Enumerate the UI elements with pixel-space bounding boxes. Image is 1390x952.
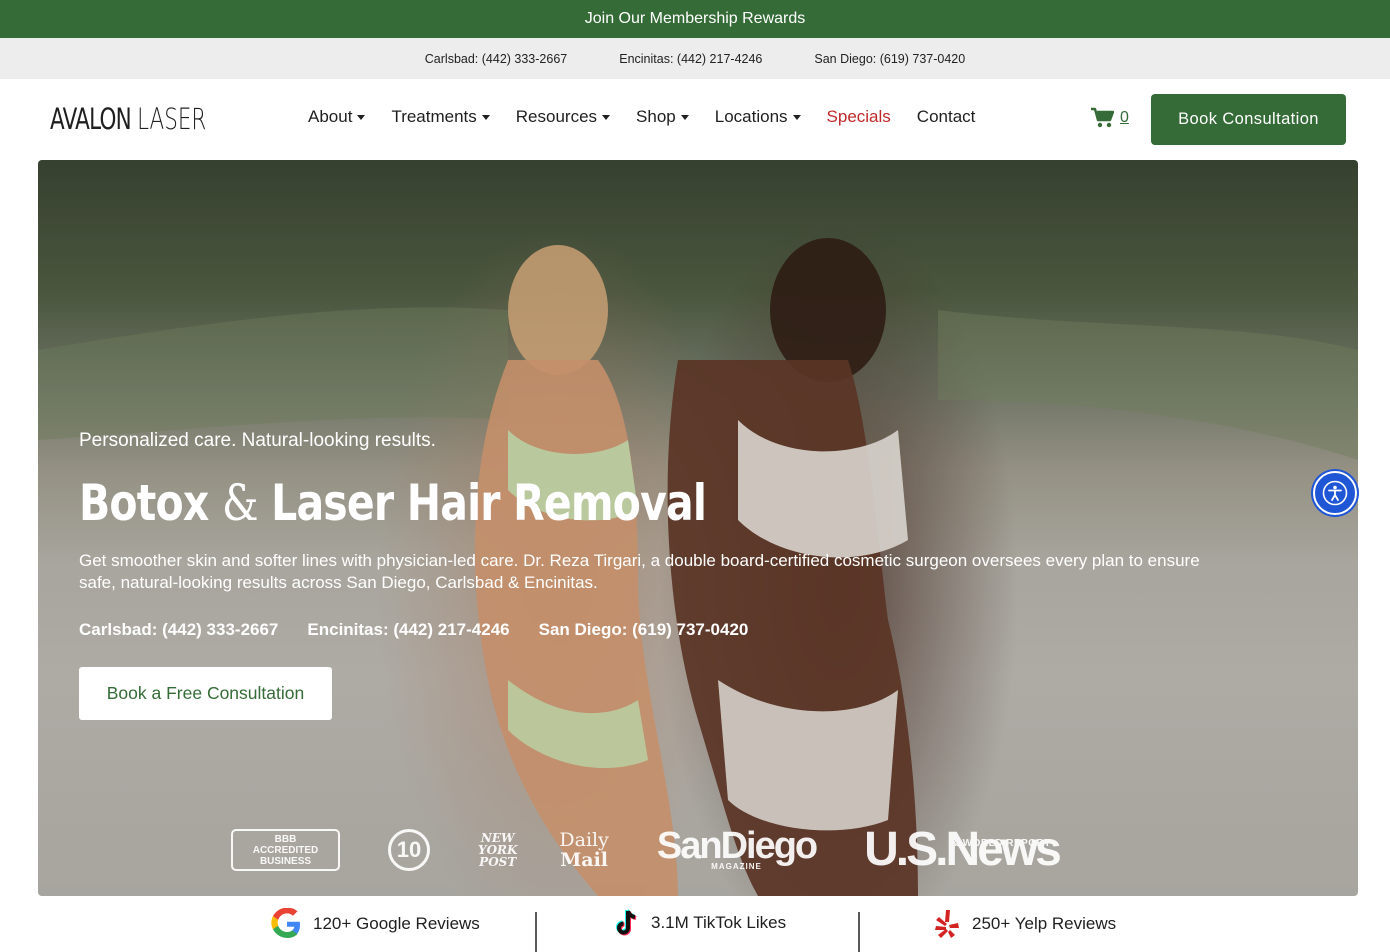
hero-phone-carlsbad[interactable]: Carlsbad: (442) 333-2667 [79,620,278,640]
hero-section: Personalized care. Natural-looking resul… [38,160,1358,896]
daily-line2: Mail [560,849,609,871]
hero-description: Get smoother skin and softer lines with … [79,551,1200,592]
book-free-consultation-button[interactable]: Book a Free Consultation [79,667,332,720]
nav-item-locations[interactable]: Locations [715,107,801,127]
nav-item-specials[interactable]: Specials [827,107,891,127]
phone-carlsbad[interactable]: Carlsbad: (442) 333-2667 [425,52,567,66]
abc10-logo: 10 [388,829,430,871]
membership-rewards-link[interactable]: Join Our Membership Rewards [585,10,806,28]
caret-down-icon [680,114,689,120]
nav-item-treatments[interactable]: Treatments [391,107,490,127]
hero-title-part1: Botox [79,474,209,532]
phone-san-diego[interactable]: San Diego: (619) 737-0420 [814,52,965,66]
review-divider [535,912,537,952]
avalon-laser-logo[interactable]: AVALON LASER [50,99,206,139]
hero-title-ampersand: & [222,474,258,532]
cart-icon [1091,107,1114,128]
daily-mail-logo: Daily Mail [559,830,608,870]
logo-text-thin: LASER [137,102,207,136]
nyp-line3: POST [479,855,517,869]
site-header: AVALON LASER About Treatments Resources … [0,79,1390,160]
google-reviews[interactable]: 120+ Google Reviews [271,908,480,940]
caret-down-icon [481,114,490,120]
tiktok-likes[interactable]: 3.1M TikTok Likes [613,908,786,938]
bbb-line1: ACCREDITED [252,844,319,856]
daily-line1: Daily [559,829,609,851]
yelp-reviews[interactable]: 250+ Yelp Reviews [932,908,1116,940]
nav-item-about[interactable]: About [308,107,366,127]
tiktok-icon [616,909,637,936]
hero-phone-san-diego[interactable]: San Diego: (619) 737-0420 [539,620,749,640]
bbb-logo: BBB ACCREDITED BUSINESS [231,829,340,871]
nav-item-contact[interactable]: Contact [917,107,976,127]
phone-bar: Carlsbad: (442) 333-2667 Encinitas: (442… [0,38,1390,79]
san-diego-magazine-logo: SanDiego MAGAZINE [656,825,818,871]
promo-bar: Join Our Membership Rewards [0,0,1390,38]
nav-label: Shop [636,107,676,126]
phone-encinitas[interactable]: Encinitas: (442) 217-4246 [619,52,762,66]
usnews-sub: & WORLD REPORT [951,838,1051,849]
sandiego-sub: MAGAZINE [711,862,762,871]
nav-label: About [308,107,353,126]
hero-title-part2: Laser Hair Removal [271,474,707,532]
tiktok-likes-label: 3.1M TikTok Likes [651,913,787,932]
nav-label: Treatments [391,107,477,126]
nav-label: Contact [916,107,976,126]
reviews-bar: 120+ Google Reviews 3.1M TikTok Likes 25… [0,896,1390,952]
cart-link[interactable]: 0 [1090,107,1129,129]
review-divider [858,912,860,952]
hero-title: Botox & Laser Hair Removal [79,474,1030,536]
hero-tagline: Personalized care. Natural-looking resul… [79,430,436,451]
nav-label: Locations [714,107,788,126]
abc10-text: 10 [396,837,422,862]
bbb-line2: BUSINESS [259,855,312,867]
nav-item-shop[interactable]: Shop [636,107,689,127]
hero-phone-encinitas[interactable]: Encinitas: (442) 217-4246 [307,620,509,640]
book-consultation-button[interactable]: Book Consultation [1151,94,1346,145]
logo-text-bold: AVALON [50,102,132,136]
caret-down-icon [357,114,366,120]
accessibility-icon [1322,480,1348,506]
yelp-icon [935,910,959,938]
nav-label: Resources [515,107,598,126]
caret-down-icon [602,114,611,120]
hero-phones: Carlsbad: (442) 333-2667 Encinitas: (442… [79,620,1239,640]
main-nav: About Treatments Resources Shop Location… [308,107,1001,127]
new-york-post-logo: NEW YORK POST [478,832,517,868]
nav-label: Specials [826,107,891,126]
hero-content: Personalized care. Natural-looking resul… [79,430,1239,720]
bbb-mark: BBB [274,833,297,845]
caret-down-icon [792,114,801,120]
sandiego-text: SanDiego [656,825,818,867]
cart-count: 0 [1120,109,1129,126]
us-news-logo: & WORLD REPORT U.S.News [864,826,1062,874]
google-icon [271,908,300,938]
yelp-reviews-label: 250+ Yelp Reviews [972,914,1117,933]
press-logos: BBB ACCREDITED BUSINESS 10 NEW YORK POST… [231,825,1062,874]
nav-item-resources[interactable]: Resources [515,107,611,127]
google-reviews-label: 120+ Google Reviews [313,914,480,933]
accessibility-button[interactable] [1313,471,1357,515]
